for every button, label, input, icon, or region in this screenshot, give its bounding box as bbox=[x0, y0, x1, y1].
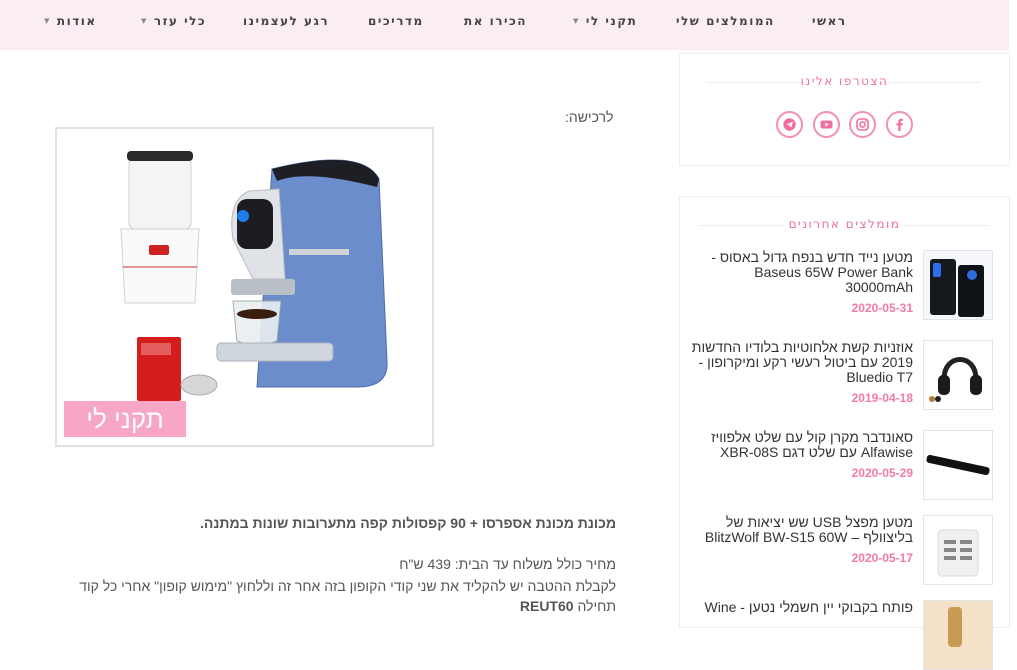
product-headline: מכונת מכונת אספרסו + 90 קפסולות קפה מתער… bbox=[200, 515, 616, 531]
chevron-down-icon: ▼ bbox=[44, 17, 51, 25]
post-thumbnail[interactable] bbox=[923, 600, 993, 670]
espresso-machine-image bbox=[64, 151, 388, 437]
post-date: 2020-05-29 bbox=[851, 466, 913, 480]
post-title-link[interactable]: אוזניות קשת אלחוטיות בלודיו החדשות 2019 … bbox=[688, 340, 913, 385]
facebook-icon[interactable] bbox=[886, 111, 913, 138]
join-widget: הצטרפו אלינו bbox=[679, 53, 1010, 166]
widget-title: הצטרפו אלינו bbox=[800, 74, 889, 88]
post-thumbnail[interactable] bbox=[923, 250, 993, 320]
price-line: מחיר כולל משלוח עד הבית: 439 ש"ח bbox=[399, 556, 616, 572]
nav-item-label: כלי עזר bbox=[153, 14, 207, 28]
post-date: 2020-05-17 bbox=[851, 551, 913, 565]
fix-me-badge: תקני לי bbox=[86, 404, 164, 434]
nav-item-label: תקני לי bbox=[585, 14, 638, 28]
post-title-link[interactable]: מטען נייד חדש בנפח גדול באסוס - Baseus 6… bbox=[688, 250, 913, 295]
widget-title: מומלצים אחרונים bbox=[788, 217, 901, 231]
post-thumbnail[interactable] bbox=[923, 515, 993, 585]
nav-item-me-time[interactable]: רגע לעצמינו bbox=[243, 14, 329, 28]
coupon-code[interactable]: REUT60 bbox=[520, 598, 574, 614]
youtube-icon[interactable] bbox=[813, 111, 840, 138]
nav-item-home[interactable]: ראשי bbox=[812, 14, 847, 28]
post-date: 2020-05-31 bbox=[851, 301, 913, 315]
post-date: 2019-04-18 bbox=[851, 391, 913, 405]
post-thumbnail[interactable] bbox=[923, 430, 993, 500]
nav-item-tools[interactable]: ▼ כלי עזר bbox=[135, 14, 206, 28]
chevron-down-icon: ▼ bbox=[573, 17, 580, 25]
chevron-down-icon: ▼ bbox=[141, 17, 148, 25]
nav-item-fix-me[interactable]: ▼ תקני לי bbox=[567, 14, 637, 28]
nav-item-about[interactable]: ▼ אודות bbox=[38, 14, 97, 28]
post-title-link[interactable]: סאונדבר מקרן קול עם שלט אלפוויז Alfawise… bbox=[688, 430, 913, 460]
coupon-instructions: לקבלת ההטבה יש להקליד את שני קודי הקופון… bbox=[79, 578, 616, 594]
post-title-link[interactable]: מטען מפצל USB שש יציאות של בליצוולף – Bl… bbox=[688, 515, 913, 545]
telegram-icon[interactable] bbox=[776, 111, 803, 138]
product-image[interactable]: תקני לי bbox=[55, 127, 434, 447]
purchase-label: לרכישה: bbox=[565, 109, 614, 125]
nav-item-meet[interactable]: הכירו את bbox=[464, 14, 527, 28]
coupon-code-line: תחילה REUT60 bbox=[520, 598, 616, 614]
nav-item-recommended[interactable]: המומלצים שלי bbox=[676, 14, 775, 28]
nav-item-label: אודות bbox=[56, 14, 97, 28]
start-label: תחילה bbox=[577, 598, 616, 614]
top-nav: ראשי המומלצים שלי ▼ תקני לי הכירו את מדרי… bbox=[0, 0, 1009, 50]
post-thumbnail[interactable] bbox=[923, 340, 993, 410]
instagram-icon[interactable] bbox=[849, 111, 876, 138]
nav-item-guides[interactable]: מדריכים bbox=[368, 14, 424, 28]
post-title-link[interactable]: פותח בקבוקי יין חשמלי נטען - Wine bbox=[688, 600, 913, 615]
